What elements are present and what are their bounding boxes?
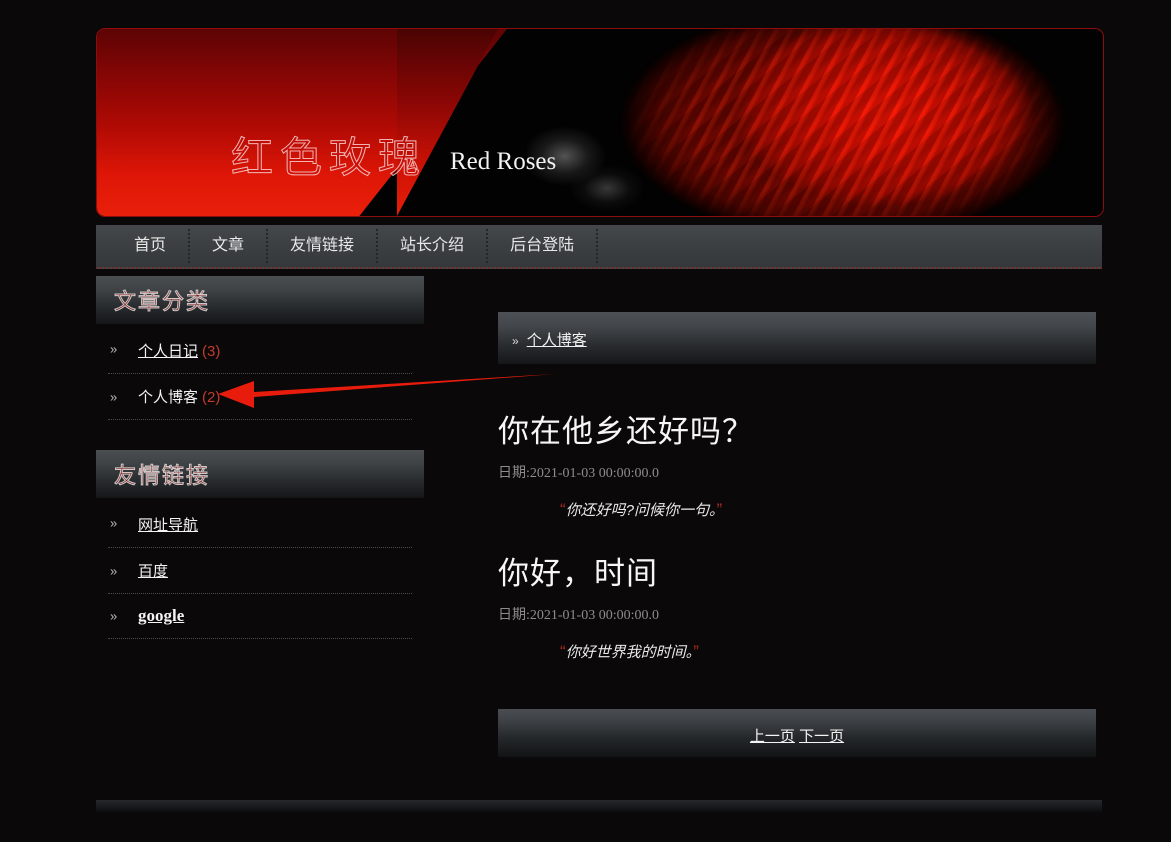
breadcrumb-link-blog[interactable]: 个人博客 <box>527 332 587 349</box>
main-content: » 个人博客 你在他乡还好吗？ 日期:2021-01-03 00:00:00.0 … <box>498 312 1096 757</box>
page-root: 红色玫瑰 Red Roses 首页 文章 友情链接 站长介绍 后台登陆 文章分类… <box>0 0 1171 842</box>
list-item[interactable]: » 个人博客 (2) <box>108 374 412 420</box>
chevron-right-icon: » <box>110 341 118 356</box>
quote-close-icon: ” <box>716 500 723 519</box>
quote-close-icon: ” <box>693 642 699 661</box>
chevron-right-icon: » <box>110 563 118 578</box>
pagination-bar: 上一页 下一页 <box>498 709 1096 757</box>
category-link-diary[interactable]: 个人日记 <box>138 343 198 360</box>
nav-list: 首页 文章 友情链接 站长介绍 后台登陆 <box>96 225 1102 267</box>
pagination-next-link[interactable]: 下一页 <box>799 728 844 745</box>
chevron-right-icon: » <box>110 608 118 624</box>
pagination-prev-link[interactable]: 上一页 <box>750 728 795 745</box>
article-date: 日期:2021-01-03 00:00:00.0 <box>498 466 659 481</box>
list-item[interactable]: » google <box>108 594 412 639</box>
brand-title-en: Red Roses <box>450 148 557 175</box>
panel-article-categories: 文章分类 » 个人日记 (3) » 个人博客 (2) <box>96 276 424 420</box>
nav-item-home[interactable]: 首页 <box>112 229 191 263</box>
nav-item-links[interactable]: 友情链接 <box>268 229 379 263</box>
panel-friendly-links: 友情链接 » 网址导航 » 百度 » google <box>96 450 424 639</box>
panel-header-categories: 文章分类 <box>96 276 424 324</box>
breadcrumb: » 个人博客 <box>512 329 587 350</box>
article-excerpt: “你还好吗?问候你一句。” <box>498 499 1096 520</box>
content-header: » 个人博客 <box>498 312 1096 364</box>
site-banner: 红色玫瑰 Red Roses <box>96 28 1104 217</box>
panel-header-links: 友情链接 <box>96 450 424 498</box>
category-count-diary: (3) <box>202 343 221 360</box>
list-item[interactable]: » 百度 <box>108 548 412 594</box>
nav-item-about[interactable]: 站长介绍 <box>378 229 489 263</box>
chevron-right-icon: » <box>110 389 118 404</box>
article-excerpt-text: 你好世界我的时间。 <box>565 644 694 661</box>
chevron-right-icon: » <box>110 515 118 530</box>
nav-item-articles[interactable]: 文章 <box>190 229 269 263</box>
article-title[interactable]: 你好，时间 <box>498 548 1096 593</box>
article-list: 你在他乡还好吗？ 日期:2021-01-03 00:00:00.0 “你还好吗?… <box>498 364 1096 662</box>
article-title[interactable]: 你在他乡还好吗？ <box>498 406 1096 451</box>
article-entry: 你在他乡还好吗？ 日期:2021-01-03 00:00:00.0 “你还好吗?… <box>498 406 1096 520</box>
friendly-link-list: » 网址导航 » 百度 » google <box>96 498 424 639</box>
article-date: 日期:2021-01-03 00:00:00.0 <box>498 608 659 623</box>
category-link-blog[interactable]: 个人博客 <box>138 389 198 406</box>
panel-title-categories: 文章分类 <box>113 289 211 315</box>
article-excerpt: “你好世界我的时间。” <box>498 641 1096 662</box>
list-item[interactable]: » 网址导航 <box>108 498 412 548</box>
nav-item-admin-login[interactable]: 后台登陆 <box>488 229 599 263</box>
friendly-link-nav-site[interactable]: 网址导航 <box>138 517 198 534</box>
friendly-link-baidu[interactable]: 百度 <box>138 563 168 580</box>
list-item[interactable]: » 个人日记 (3) <box>108 324 412 374</box>
footer-bar <box>96 800 1102 812</box>
article-entry: 你好，时间 日期:2021-01-03 00:00:00.0 “你好世界我的时间… <box>498 548 1096 662</box>
brand-title-cn: 红色玫瑰 <box>230 136 428 183</box>
sidebar: 文章分类 » 个人日记 (3) » 个人博客 (2) 友情链接 » 网址导航 »… <box>96 276 424 669</box>
article-excerpt-text: 你还好吗?问候你一句。 <box>565 502 717 519</box>
category-list: » 个人日记 (3) » 个人博客 (2) <box>96 324 424 420</box>
category-count-blog: (2) <box>202 389 221 406</box>
main-navigation: 首页 文章 友情链接 站长介绍 后台登陆 <box>96 225 1102 269</box>
panel-title-links: 友情链接 <box>113 463 211 489</box>
pagination-links: 上一页 下一页 <box>498 725 1096 746</box>
rose-photo-texture <box>583 29 1103 216</box>
friendly-link-google[interactable]: google <box>138 606 184 625</box>
chevron-right-icon: » <box>512 334 519 348</box>
